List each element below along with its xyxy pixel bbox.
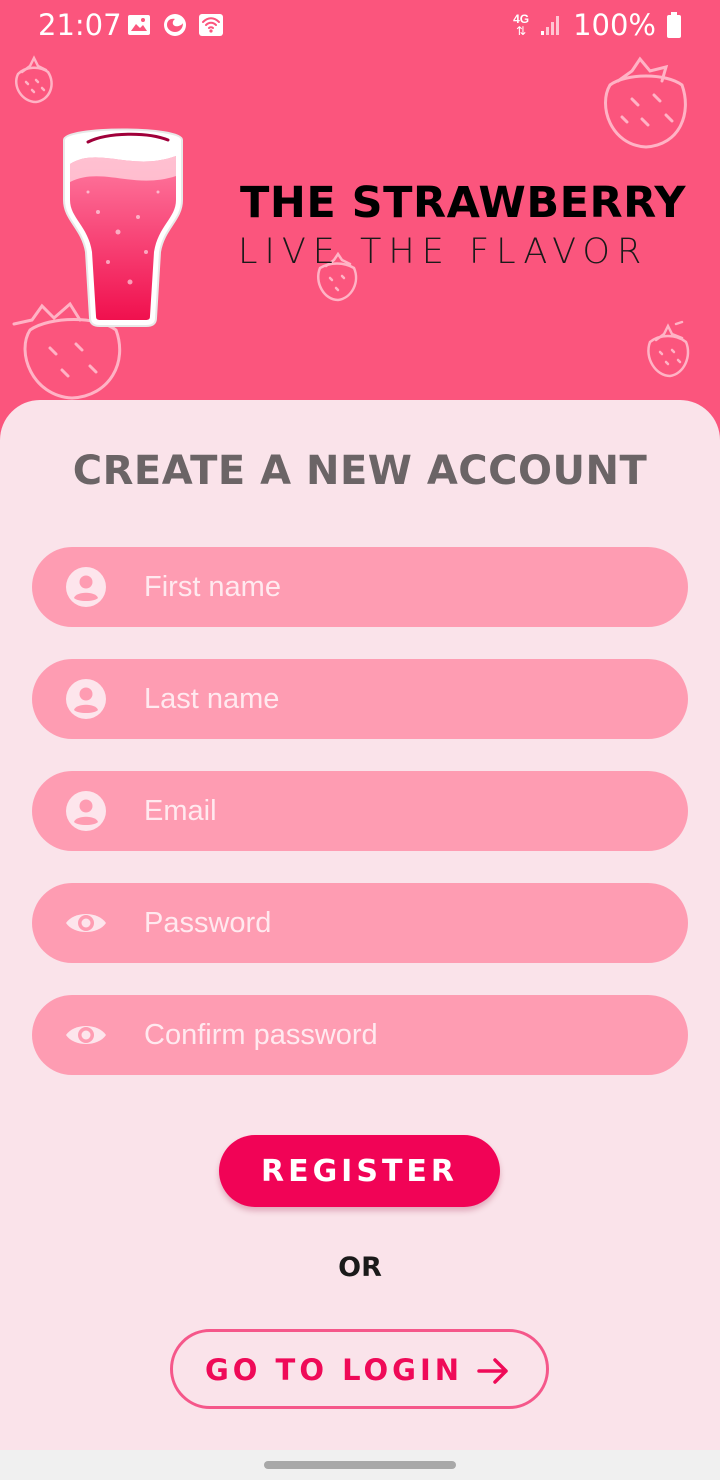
password-field[interactable] xyxy=(32,883,688,963)
strawberry-decoration-icon xyxy=(647,320,690,378)
user-icon xyxy=(66,679,106,719)
status-bar: 21:07 4G ⇅ 100% xyxy=(0,0,720,52)
last-name-input[interactable] xyxy=(144,659,664,739)
email-field[interactable] xyxy=(32,771,688,851)
status-time: 21:07 xyxy=(38,8,122,42)
status-notification-icons xyxy=(126,12,224,38)
last-name-field[interactable] xyxy=(32,659,688,739)
register-button[interactable]: REGISTER xyxy=(219,1135,500,1207)
header-banner: THE STRAWBERRY LIVE THE FLAVOR 21:07 4G xyxy=(0,0,720,440)
battery-percentage: 100% xyxy=(573,8,656,42)
confirm-password-input[interactable] xyxy=(144,995,664,1075)
email-input[interactable] xyxy=(144,771,664,851)
navigation-bar xyxy=(0,1450,720,1480)
go-to-login-button[interactable]: GO TO LOGIN xyxy=(170,1329,549,1409)
wifi-icon xyxy=(199,14,223,36)
signal-icon xyxy=(541,16,560,35)
password-input[interactable] xyxy=(144,883,664,963)
user-icon xyxy=(66,567,106,607)
brand-title: THE STRAWBERRY xyxy=(240,178,687,228)
go-to-login-label: GO TO LOGIN xyxy=(205,1353,464,1387)
eye-icon[interactable] xyxy=(66,1015,106,1055)
strawberry-decoration-icon xyxy=(604,56,687,149)
status-system-icons: 4G ⇅ 100% xyxy=(513,8,682,42)
or-separator: OR xyxy=(338,1252,382,1283)
image-icon xyxy=(128,15,150,35)
sync-icon xyxy=(164,14,186,36)
user-icon xyxy=(66,791,106,831)
strawberry-decoration-icon xyxy=(15,55,53,104)
form-title: CREATE A NEW ACCOUNT xyxy=(72,448,648,494)
eye-icon[interactable] xyxy=(66,903,106,943)
network-type: 4G xyxy=(513,11,530,26)
confirm-password-field[interactable] xyxy=(32,995,688,1075)
strawberry-drink-glass-icon xyxy=(63,128,183,327)
home-gesture-handle[interactable] xyxy=(264,1461,456,1469)
data-arrows-icon: 4G ⇅ xyxy=(513,11,530,38)
arrow-right-icon xyxy=(477,1358,508,1384)
first-name-input[interactable] xyxy=(144,547,664,627)
first-name-field[interactable] xyxy=(32,547,688,627)
brand-tagline: LIVE THE FLAVOR xyxy=(238,232,649,272)
battery-icon xyxy=(667,12,681,38)
